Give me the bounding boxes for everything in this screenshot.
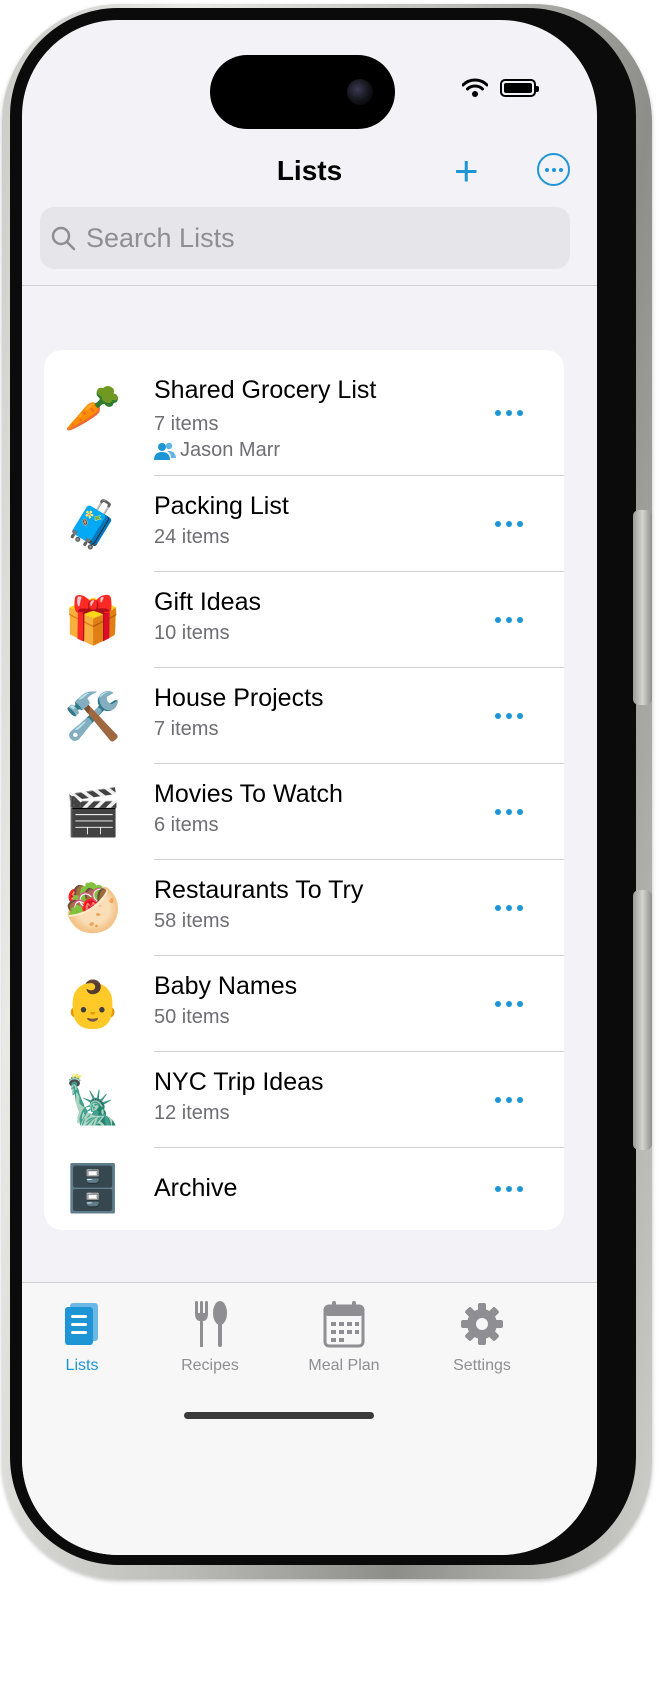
list-title: Shared Grocery List (154, 376, 377, 404)
fork-spoon-icon (195, 1301, 227, 1347)
divider (22, 285, 597, 286)
lists-icon (65, 1303, 98, 1345)
tab-settings[interactable]: Settings (422, 1293, 542, 1375)
baby-icon: 👶 (64, 978, 122, 1030)
list-more-button[interactable] (484, 1085, 534, 1115)
list-count: 6 items (154, 814, 219, 836)
luggage-icon: 🧳 (64, 498, 122, 550)
search-bar[interactable] (40, 207, 570, 269)
list-item[interactable]: 🛠️ House Projects 7 items (44, 668, 564, 764)
list-title: Archive (154, 1174, 238, 1202)
status-bar (462, 78, 539, 98)
dynamic-island (210, 55, 395, 129)
list-title: Baby Names (154, 972, 298, 1000)
camera-icon (347, 79, 373, 105)
list-more-button[interactable] (484, 797, 534, 827)
list-item[interactable]: 🎬 Movies To Watch 6 items (44, 764, 564, 860)
home-indicator (184, 1412, 374, 1419)
list-more-button[interactable] (484, 989, 534, 1019)
list-more-button[interactable] (484, 1174, 534, 1204)
tab-label: Lists (65, 1357, 99, 1374)
side-button-action (633, 510, 652, 705)
wifi-icon (462, 78, 488, 97)
people-icon (154, 442, 176, 460)
list-count: 7 items (154, 718, 219, 740)
tab-lists[interactable]: Lists (22, 1293, 142, 1375)
side-button-volume (633, 890, 652, 1150)
list-item[interactable]: 👶 Baby Names 50 items (44, 956, 564, 1052)
list-item[interactable]: 🥙 Restaurants To Try 58 items (44, 860, 564, 956)
shared-with-name: Jason Marr (180, 439, 281, 461)
list-more-button[interactable] (484, 701, 534, 731)
shared-with: Jason Marr (154, 439, 280, 462)
list-count: 12 items (154, 1102, 230, 1124)
tools-icon: 🛠️ (64, 690, 122, 742)
list-title: NYC Trip Ideas (154, 1068, 324, 1096)
list-title: Gift Ideas (154, 588, 261, 616)
calendar-icon (323, 1301, 365, 1348)
search-input[interactable] (84, 221, 528, 255)
list-more-button[interactable] (484, 605, 534, 635)
list-title: House Projects (154, 684, 324, 712)
tab-meal-plan[interactable]: Meal Plan (284, 1293, 404, 1375)
list-more-button[interactable] (484, 509, 534, 539)
list-count: 58 items (154, 910, 230, 932)
list-title: Movies To Watch (154, 780, 343, 808)
list-count: 50 items (154, 1006, 230, 1028)
page-title: Lists (276, 155, 343, 186)
list-item[interactable]: 🥕 Shared Grocery List 7 items Jason Marr (44, 350, 564, 476)
list-item[interactable]: 🗽 NYC Trip Ideas 12 items (44, 1052, 564, 1148)
add-list-button[interactable]: + (454, 150, 479, 192)
battery-icon (500, 79, 539, 97)
statue-of-liberty-icon: 🗽 (64, 1074, 122, 1126)
list-item[interactable]: 🗄️ Archive (44, 1148, 564, 1230)
gift-icon: 🎁 (64, 594, 122, 646)
file-cabinet-icon: 🗄️ (64, 1162, 122, 1214)
list-item[interactable]: 🎁 Gift Ideas 10 items (44, 572, 564, 668)
list-count: 10 items (154, 622, 230, 644)
tab-recipes[interactable]: Recipes (150, 1293, 270, 1375)
list-count: 24 items (154, 526, 230, 548)
tab-label: Settings (453, 1357, 511, 1374)
pita-icon: 🥙 (64, 882, 122, 934)
gear-icon (461, 1303, 503, 1345)
list-item[interactable]: 🧳 Packing List 24 items (44, 476, 564, 572)
clapper-icon: 🎬 (64, 786, 122, 838)
tab-label: Recipes (181, 1357, 239, 1374)
more-options-button[interactable] (537, 153, 570, 186)
lists-card: 🥕 Shared Grocery List 7 items Jason Marr… (44, 350, 564, 1230)
list-count: 7 items (154, 413, 219, 435)
list-title: Packing List (154, 492, 289, 520)
list-title: Restaurants To Try (154, 876, 364, 904)
app-screen: Lists + 🥕 Shared Grocery List 7 items Ja… (22, 20, 597, 1555)
carrot-icon: 🥕 (64, 382, 122, 434)
list-more-button[interactable] (484, 398, 534, 428)
list-more-button[interactable] (484, 893, 534, 923)
search-icon (51, 226, 76, 251)
tab-label: Meal Plan (308, 1357, 380, 1374)
